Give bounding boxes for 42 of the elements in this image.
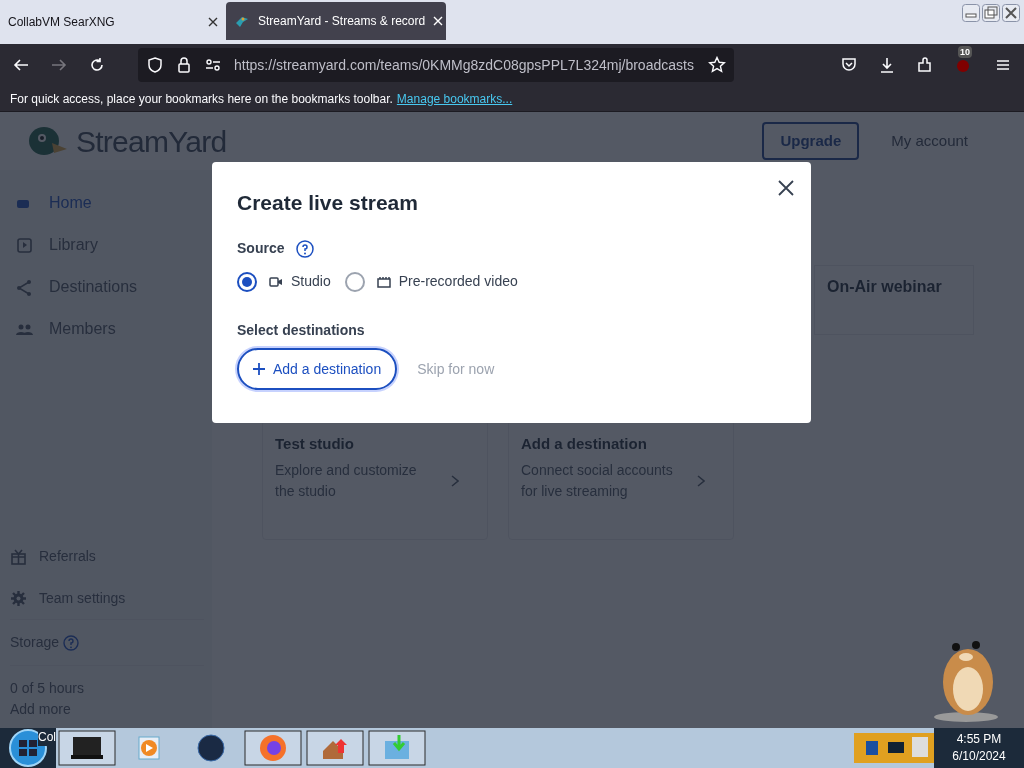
card-title: Add a destination — [521, 434, 648, 454]
browser-tab[interactable]: CollabVM SearXNG — [0, 0, 226, 44]
extension-badge: 10 — [958, 46, 972, 58]
skip-link[interactable]: Skip for now — [417, 358, 495, 380]
source-option[interactable]: Pre-recorded video — [344, 271, 518, 292]
camera-icon — [269, 275, 283, 288]
add-destination-button[interactable]: Add a destination — [237, 348, 398, 390]
plus-icon — [253, 363, 265, 375]
shield-icon — [146, 56, 164, 74]
browser-tab[interactable]: StreamYard - Streams & record — [226, 2, 446, 40]
settings-sliders-icon — [204, 56, 222, 74]
pocket-icon[interactable] — [840, 56, 858, 74]
close-icon[interactable] — [1002, 4, 1020, 22]
bookmarks-hint: For quick access, place your bookmarks here on the bookmarks toolbar. — [10, 90, 393, 108]
firefox-icon[interactable] — [244, 730, 302, 766]
address-bar[interactable]: https://streamyard.com/teams/0KMMg8zdC08gpsPPL7L324mj/broadcasts — [138, 48, 734, 82]
puzzle-icon[interactable] — [916, 56, 934, 74]
star-icon[interactable] — [708, 56, 726, 74]
house-icon[interactable] — [306, 730, 364, 766]
source-option[interactable]: Studio — [237, 271, 331, 292]
source-label: Source — [237, 239, 285, 258]
laptop-icon[interactable] — [58, 730, 116, 766]
manage-bookmarks-link[interactable]: Manage bookmarks... — [396, 89, 513, 108]
close-icon — [208, 17, 218, 27]
download-folder-icon[interactable] — [368, 730, 426, 766]
radio-button[interactable] — [344, 271, 365, 292]
film-icon — [376, 275, 391, 288]
card-title: Test studio — [275, 434, 355, 454]
download-icon[interactable] — [878, 56, 896, 74]
restore-icon[interactable] — [982, 4, 1000, 22]
lock-icon — [176, 56, 192, 74]
dialog-title: Create live stream — [237, 190, 418, 216]
destinations-label: Select destinations — [237, 321, 365, 340]
help-icon[interactable] — [296, 239, 315, 258]
clock-date: 6/10/2024 — [952, 748, 1006, 765]
close-icon — [433, 16, 444, 26]
url-text: https://streamyard.com/teams/0KMMg8zdC08gpsPPL7L324mj/broadcasts — [234, 55, 695, 75]
radio-button[interactable] — [237, 271, 257, 292]
minimize-icon[interactable] — [962, 4, 980, 22]
close-icon[interactable] — [778, 180, 794, 196]
clock-time: 4:55 PM — [956, 731, 1002, 748]
reload-icon[interactable] — [88, 56, 106, 74]
